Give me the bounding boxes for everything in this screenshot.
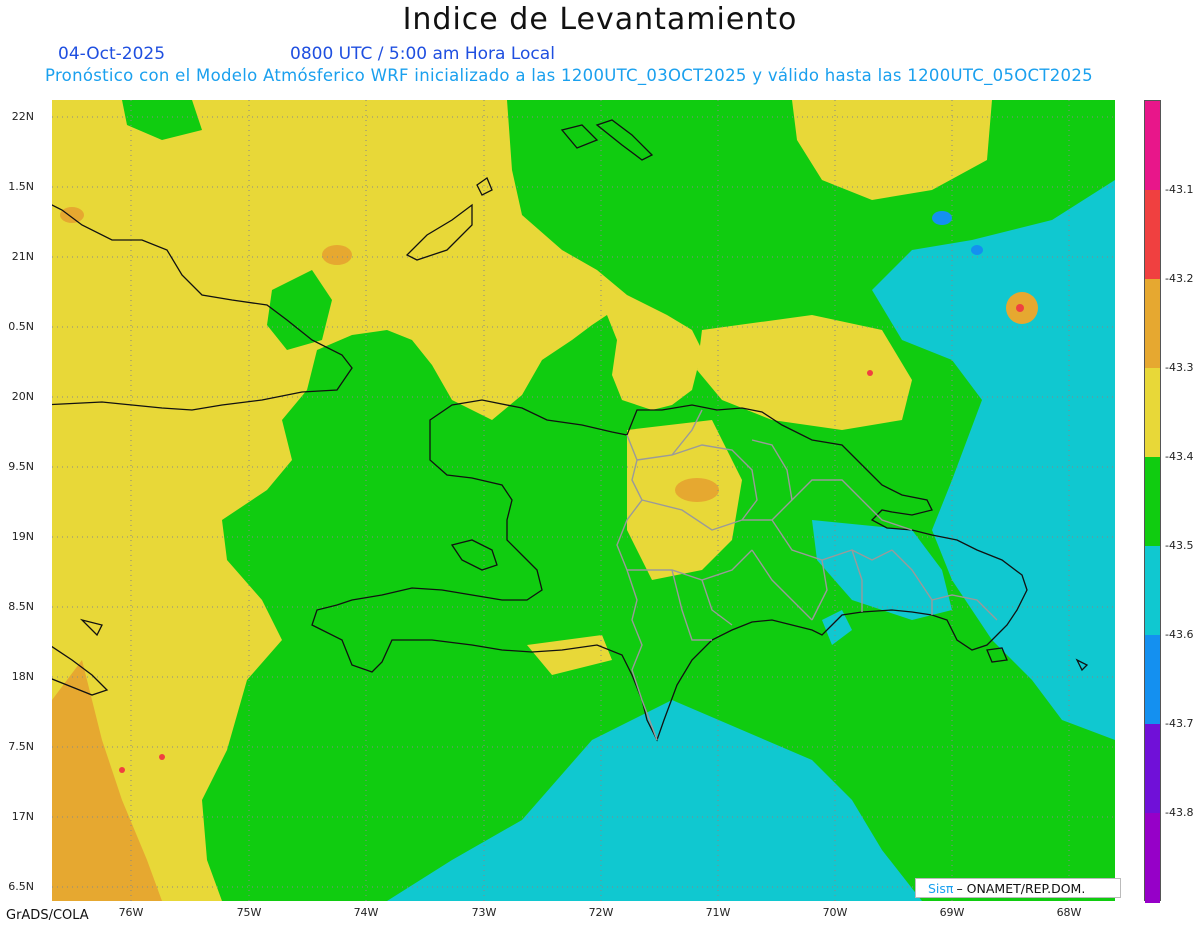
lon-label: 71W (705, 906, 731, 919)
colorbar-label: -43.8 (1165, 806, 1194, 819)
colorbar-segment (1145, 813, 1160, 903)
red-spot (1016, 304, 1024, 312)
sispi-logo-mark: Sisπ (928, 880, 954, 896)
lon-label: 74W (353, 906, 379, 919)
colorbar-segment (1145, 279, 1160, 369)
map-title: Indice de Levantamiento (402, 2, 798, 37)
lat-label: 22N (11, 110, 34, 123)
forecast-date: 04-Oct-2025 (58, 44, 166, 64)
lat-label: 7.5N (8, 740, 34, 753)
lon-label: 68W (1056, 906, 1082, 919)
lon-label: 73W (471, 906, 497, 919)
colorbar-label: -43.1 (1165, 183, 1194, 196)
lat-label: 1.5N (8, 180, 34, 193)
orange-spot (675, 478, 719, 502)
orange-spot (60, 207, 84, 223)
colorbar-label: -43.6 (1165, 628, 1194, 641)
lat-label: 19N (11, 530, 34, 543)
onamet-logo: Sisπ – ONAMET/REP.DOM. (915, 878, 1121, 898)
colorbar-label: -43.3 (1165, 361, 1194, 374)
lon-label: 76W (118, 906, 144, 919)
lon-label: 70W (822, 906, 848, 919)
colorbar-segment (1145, 190, 1160, 280)
map-panel (52, 100, 1115, 901)
red-spot (159, 754, 165, 760)
colorbar-segment (1145, 724, 1160, 814)
lat-label: 20N (11, 390, 34, 403)
model-run-info: Pronóstico con el Modelo Atmósferico WRF… (45, 66, 1093, 85)
colorbar-segment (1145, 635, 1160, 725)
lat-label: 18N (11, 670, 34, 683)
colorbar-label: -43.7 (1165, 717, 1194, 730)
orange-spot (322, 245, 352, 265)
blue-spot (971, 245, 983, 255)
lon-label: 69W (939, 906, 965, 919)
red-spot (119, 767, 125, 773)
lat-label: 8.5N (8, 600, 34, 613)
forecast-time: 0800 UTC / 5:00 am Hora Local (290, 44, 555, 64)
lon-label: 75W (236, 906, 262, 919)
lat-label: 0.5N (8, 320, 34, 333)
colorbar-segment (1145, 457, 1160, 547)
lat-label: 6.5N (8, 880, 34, 893)
lifted-index-map (52, 100, 1115, 901)
colorbar (1144, 100, 1161, 903)
colorbar-segment (1145, 101, 1160, 191)
red-spot (867, 370, 873, 376)
onamet-logo-text: – ONAMET/REP.DOM. (956, 880, 1086, 896)
lat-label: 17N (11, 810, 34, 823)
colorbar-label: -43.2 (1165, 272, 1194, 285)
lat-label: 9.5N (8, 460, 34, 473)
grads-credit: GrADS/COLA (6, 908, 89, 923)
blue-spot (932, 211, 952, 225)
colorbar-segment (1145, 368, 1160, 458)
colorbar-label: -43.5 (1165, 539, 1194, 552)
lon-label: 72W (588, 906, 614, 919)
lat-label: 21N (11, 250, 34, 263)
colorbar-segment (1145, 546, 1160, 636)
colorbar-label: -43.4 (1165, 450, 1194, 463)
